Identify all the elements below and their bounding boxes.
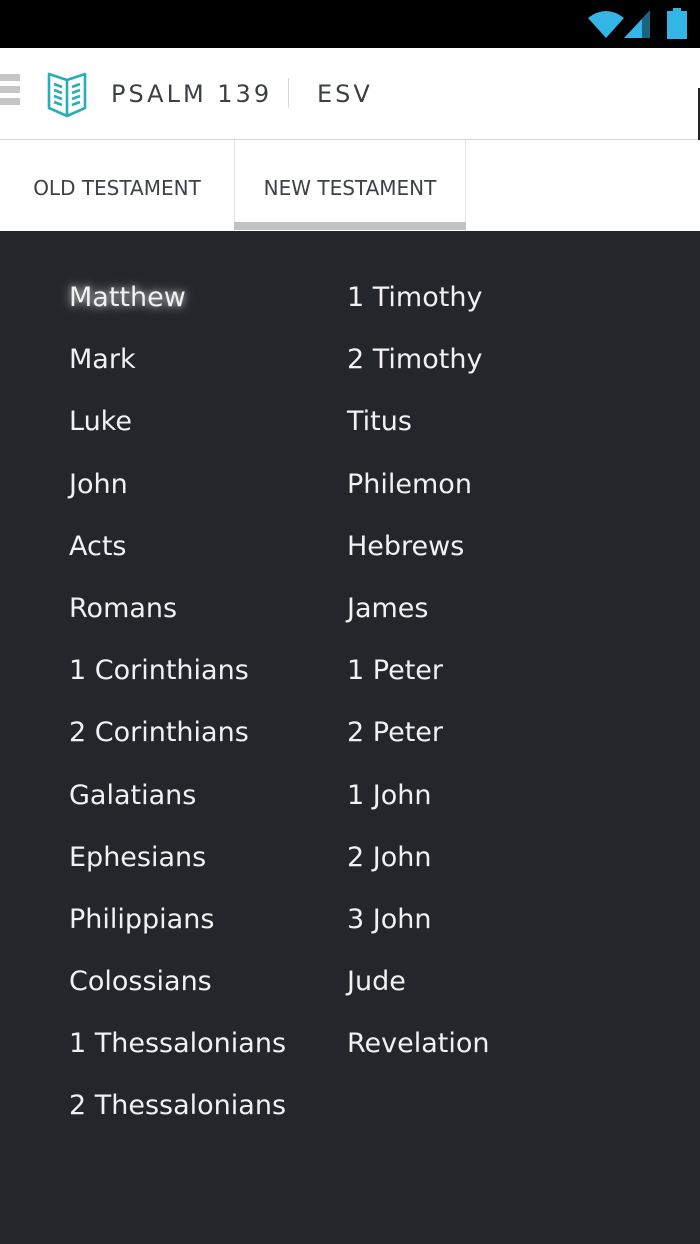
book-item[interactable]: Matthew [69, 267, 286, 329]
book-item[interactable]: Galatians [69, 765, 286, 827]
passage-title[interactable]: PSALM 139 [111, 80, 272, 108]
book-item[interactable]: Luke [69, 391, 286, 453]
book-item[interactable]: Revelation [347, 1013, 490, 1075]
book-item[interactable]: Romans [69, 578, 286, 640]
menu-icon[interactable] [0, 74, 20, 110]
selected-tab-indicator [234, 222, 466, 230]
book-column-right: 1 Timothy 2 Timothy Titus Philemon Hebrews Ja… [347, 267, 490, 1075]
book-item[interactable]: 1 John [347, 765, 490, 827]
book-item[interactable]: Philemon [347, 454, 490, 516]
signal-icon [624, 10, 650, 38]
status-bar [0, 0, 700, 48]
book-item[interactable]: 2 Corinthians [69, 702, 286, 764]
book-item[interactable]: James [347, 578, 490, 640]
book-item[interactable]: 3 John [347, 889, 490, 951]
tab-old-testament[interactable]: OLD TESTAMENT [0, 140, 234, 231]
book-item[interactable]: 1 Timothy [347, 267, 490, 329]
tab-new-testament[interactable]: NEW TESTAMENT [234, 140, 466, 231]
book-item[interactable]: Acts [69, 516, 286, 578]
book-item[interactable]: Philippians [69, 889, 286, 951]
book-item[interactable]: 1 Corinthians [69, 640, 286, 702]
book-item[interactable]: 2 Thessalonians [69, 1075, 286, 1137]
testament-tabs: OLD TESTAMENT NEW TESTAMENT [0, 140, 700, 231]
book-list: Matthew Mark Luke John Acts Romans 1 Corinthia… [0, 231, 700, 1244]
book-item[interactable]: John [69, 454, 286, 516]
book-item[interactable]: Jude [347, 951, 490, 1013]
book-item[interactable]: 1 Peter [347, 640, 490, 702]
book-item[interactable]: Ephesians [69, 827, 286, 889]
book-item[interactable]: Colossians [69, 951, 286, 1013]
book-icon[interactable] [46, 72, 88, 118]
version-selector[interactable]: ESV [317, 80, 373, 108]
book-column-left: Matthew Mark Luke John Acts Romans 1 Corinthia… [69, 267, 286, 1138]
book-item[interactable]: Hebrews [347, 516, 490, 578]
book-item[interactable]: 2 Peter [347, 702, 490, 764]
book-item[interactable]: 2 John [347, 827, 490, 889]
book-item[interactable]: Titus [347, 391, 490, 453]
battery-icon [667, 8, 687, 39]
header-divider [288, 78, 289, 108]
book-item[interactable]: 2 Timothy [347, 329, 490, 391]
book-item[interactable]: 1 Thessalonians [69, 1013, 286, 1075]
app-header: PSALM 139 ESV [0, 48, 700, 140]
book-item[interactable]: Mark [69, 329, 286, 391]
wifi-icon [588, 11, 624, 38]
